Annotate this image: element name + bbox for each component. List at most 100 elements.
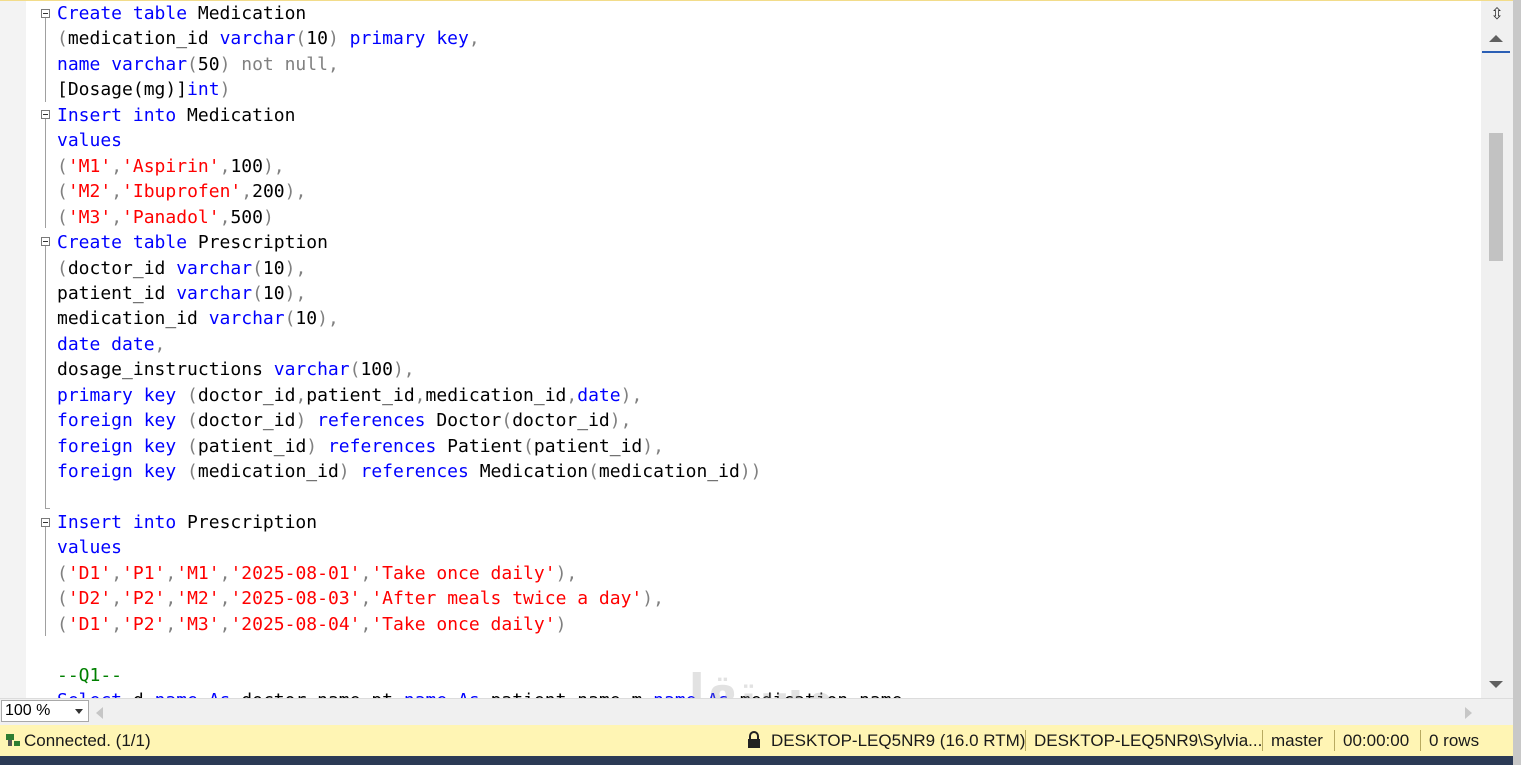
code-token: , xyxy=(360,562,372,584)
code-token: )) xyxy=(739,461,762,483)
code-line[interactable]: ('M1','Aspirin',100), xyxy=(57,154,285,179)
code-token: varchar xyxy=(273,359,350,381)
split-window-icon[interactable]: ⇳ xyxy=(1486,3,1508,25)
code-line[interactable]: date date, xyxy=(57,332,165,357)
code-token: , xyxy=(111,155,123,177)
code-line[interactable]: ('D2','P2','M2','2025-08-03','After meal… xyxy=(57,586,664,611)
zoom-select[interactable]: 100 % xyxy=(1,700,89,722)
code-line[interactable]: patient_id varchar(10), xyxy=(57,281,306,306)
fold-guide xyxy=(45,246,46,508)
code-token: ), xyxy=(620,384,643,406)
code-token: patient_id xyxy=(306,384,415,406)
code-token: 'D2' xyxy=(67,588,112,610)
code-line[interactable]: Select d.name As doctor_name,pt.name As … xyxy=(57,688,902,698)
code-token: ( xyxy=(295,28,307,50)
code-token: ), xyxy=(555,562,578,584)
code-line[interactable]: [Dosage(mg)]int) xyxy=(57,77,230,102)
status-bar: Connected. (1/1) DESKTOP-LEQ5NR9 (16.0 R… xyxy=(0,725,1513,756)
collapse-icon[interactable] xyxy=(41,9,50,18)
code-token: ), xyxy=(642,588,664,610)
code-token: Prescription xyxy=(176,512,318,533)
code-token: name xyxy=(155,690,209,698)
query-editor[interactable]: Create table Medication (medication_id va… xyxy=(26,1,1481,698)
code-token: medication_id xyxy=(598,461,740,483)
editor-gutter xyxy=(0,1,26,698)
code-token: ( xyxy=(57,613,68,635)
code-token: name xyxy=(57,53,112,75)
server-name: DESKTOP-LEQ5NR9 (16.0 RTM) xyxy=(771,731,1026,750)
code-line[interactable]: ('M3','Panadol',500) xyxy=(57,205,274,230)
scroll-left-icon[interactable] xyxy=(96,707,103,719)
code-token: 10 xyxy=(306,28,328,50)
code-token: varchar xyxy=(176,257,253,279)
code-token: 'Aspirin' xyxy=(122,155,220,177)
code-token: references xyxy=(317,410,426,432)
code-line[interactable]: values xyxy=(57,535,122,560)
code-token: ( xyxy=(501,410,513,432)
collapse-icon[interactable] xyxy=(41,518,50,527)
horizontal-scrollbar[interactable]: 100 % xyxy=(0,698,1513,725)
code-token: references xyxy=(360,461,469,483)
scrollbar-thumb[interactable] xyxy=(1489,133,1503,261)
code-token: 'D1' xyxy=(67,562,112,584)
code-line[interactable]: ('D1','P2','M3','2025-08-04','Take once … xyxy=(57,612,566,637)
code-line[interactable]: (medication_id varchar(10) primary key, xyxy=(57,26,480,51)
code-token: Insert into xyxy=(57,104,177,126)
code-token: '2025-08-04' xyxy=(230,613,361,635)
code-token: Create table xyxy=(57,232,188,254)
code-token: medication_name xyxy=(729,690,903,698)
code-token: ), xyxy=(317,308,339,330)
scroll-up-icon[interactable] xyxy=(1489,35,1503,42)
code-token: ) xyxy=(306,435,328,457)
code-token: ) xyxy=(338,461,361,483)
code-token: 'Panadol' xyxy=(122,206,220,228)
code-line[interactable]: foreign key (patient_id) references Pati… xyxy=(57,434,664,459)
code-token: patient_id xyxy=(197,435,307,457)
collapse-icon[interactable] xyxy=(41,110,50,119)
code-line[interactable]: Insert into Medication xyxy=(57,103,295,128)
code-token: varchar xyxy=(219,28,296,50)
code-line[interactable]: ('M2','Ibuprofen',200), xyxy=(57,179,306,204)
code-line[interactable]: name varchar(50) not null, xyxy=(57,52,339,77)
code-line[interactable]: Insert into Prescription xyxy=(57,510,317,535)
code-line[interactable]: primary key (doctor_id,patient_id,medica… xyxy=(57,383,642,408)
code-line[interactable]: (doctor_id varchar(10), xyxy=(57,256,306,281)
code-token: pt xyxy=(371,690,393,698)
code-token: Create table xyxy=(57,3,188,24)
code-token: ), xyxy=(262,155,285,177)
code-line[interactable]: dosage_instructions varchar(100), xyxy=(57,357,415,382)
code-token: , xyxy=(219,588,231,610)
code-line[interactable]: Create table Prescription xyxy=(57,230,328,255)
code-token: ), xyxy=(642,435,664,457)
database-name: master xyxy=(1271,731,1323,750)
code-token: varchar xyxy=(208,308,285,330)
code-token: medication_id xyxy=(425,384,567,406)
code-line[interactable]: medication_id varchar(10), xyxy=(57,306,339,331)
code-line[interactable]: values xyxy=(57,128,122,153)
code-token: doctor_id xyxy=(197,384,296,406)
scroll-down-icon[interactable] xyxy=(1489,681,1503,688)
scroll-right-icon[interactable] xyxy=(1465,707,1472,719)
code-token: , xyxy=(165,562,177,584)
collapse-icon[interactable] xyxy=(41,237,50,246)
code-line[interactable]: foreign key (doctor_id) references Docto… xyxy=(57,408,631,433)
code-token: , xyxy=(414,384,426,406)
code-line[interactable]: --Q1-- xyxy=(57,663,122,688)
code-token: , xyxy=(566,384,578,406)
code-token: Select xyxy=(57,690,122,698)
code-token: Medication xyxy=(468,461,589,483)
code-token: 100 xyxy=(360,359,393,381)
chevron-down-icon[interactable] xyxy=(75,709,83,714)
code-token: ( xyxy=(57,181,68,203)
code-line[interactable]: ('D1','P1','M1','2025-08-01','Take once … xyxy=(57,561,577,586)
elapsed-time: 00:00:00 xyxy=(1343,731,1410,750)
code-token: , xyxy=(241,181,253,203)
code-line[interactable]: foreign key (medication_id) references M… xyxy=(57,459,762,484)
vertical-scrollbar[interactable]: ⇳ xyxy=(1481,1,1513,698)
code-token: ), xyxy=(284,282,307,304)
code-token: , xyxy=(468,28,480,50)
code-token: 'M3' xyxy=(176,613,220,635)
code-line[interactable]: Create table Medication xyxy=(57,1,306,26)
connected-plug-icon xyxy=(6,734,20,746)
code-token: int xyxy=(187,79,220,101)
